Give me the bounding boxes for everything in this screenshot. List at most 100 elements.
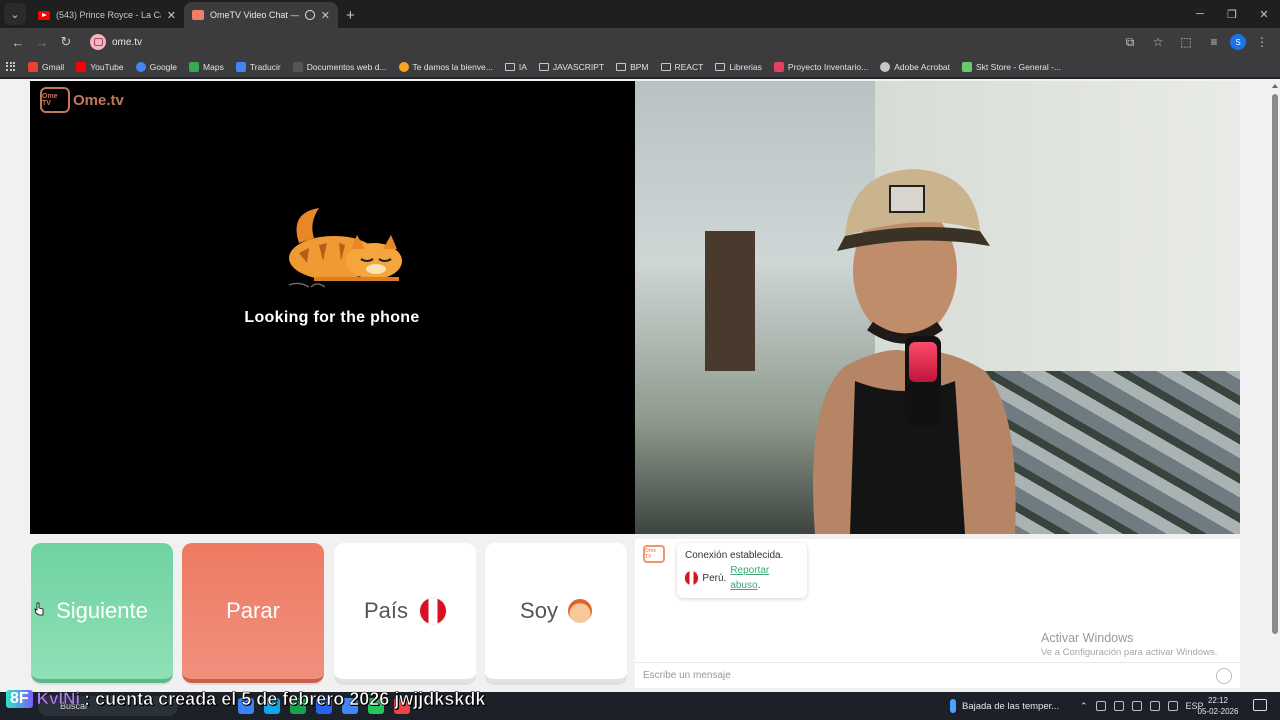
self-video-panel [635,81,1240,534]
media-control-icon[interactable]: ≡ [1202,30,1226,54]
reload-icon[interactable]: ↻ [54,30,78,54]
menu-kebab-icon[interactable]: ⋮ [1250,30,1274,54]
bookmark-youtube[interactable]: YouTube [70,61,129,72]
minimize-icon[interactable]: ─ [1184,0,1216,28]
bookmark-maps[interactable]: Maps [183,61,230,72]
tab-strip: ⌄ (543) Prince Royce - La Carretera ✕ Om… [0,0,1280,28]
scroll-up-icon[interactable] [1272,84,1278,88]
message-input[interactable]: Escribe un mensaje [635,662,1240,688]
browser-toolbar: ← → ↻ ome.tv ⧉ ☆ ⬚ ≡ S ⋮ [0,28,1280,56]
close-tab-icon[interactable]: ✕ [321,9,330,22]
tray-app-icon[interactable] [1095,701,1106,711]
bookmark-gmail[interactable]: Gmail [22,61,70,72]
folder-icon [538,62,549,71]
bookmark-google[interactable]: Google [130,61,183,72]
close-window-icon[interactable]: ✕ [1248,0,1280,28]
system-message: Conexión establecida. Perú. Reportar abu… [677,543,807,598]
tray-battery-icon[interactable] [1167,701,1178,711]
clock-date: 05-02-2026 [1197,707,1239,716]
clock-time: 22:12 [1207,696,1229,705]
tab-search-button[interactable]: ⌄ [4,3,26,25]
tab-title: (543) Prince Royce - La Carretera [56,10,161,20]
bookmark-folder-react[interactable]: REACT [655,62,710,72]
audio-playing-icon[interactable] [304,10,315,20]
ometv-icon [192,10,204,20]
maps-icon [189,61,200,72]
tab-youtube[interactable]: (543) Prince Royce - La Carretera ✕ [30,2,184,28]
restore-icon[interactable]: ❐ [1216,0,1248,28]
next-button[interactable]: Siguiente [31,543,173,683]
new-tab-button[interactable]: + [346,7,355,24]
bookmark-folder-bpm[interactable]: BPM [610,62,654,72]
partner-country: Perú. [702,572,727,584]
tray-chevron-icon[interactable]: ⌃ [1080,701,1088,712]
chat-panel: Ome TV Conexión establecida. Perú. Repor… [635,539,1240,688]
country-button[interactable]: País [334,543,476,683]
figma-icon [773,61,784,72]
sleeping-cat-icon [288,208,402,288]
ometv-chat-logo: Ome TV [643,545,665,563]
gender-button[interactable]: Soy [485,543,627,683]
globe-icon [880,61,891,72]
scroll-thumb[interactable] [1272,94,1278,634]
site-info-icon[interactable] [90,34,106,50]
tab-title: OmeTV Video Chat — Omegle [210,10,299,20]
taskbar-clock[interactable]: 22:12 05-02-2026 [1196,695,1240,717]
bookmark-traducir[interactable]: Traducir [230,61,287,72]
youtube-icon [76,61,87,72]
ometv-logo-badge: Ome TV [40,87,70,113]
weather-widget[interactable]: Bajada de las temper... [950,692,1059,720]
stop-button-label: Parar [226,598,280,623]
ometv-logo: Ome TV Ome.tv [40,87,124,113]
bookmark-star-icon[interactable]: ☆ [1146,30,1170,54]
thermometer-icon [950,699,956,713]
install-app-icon[interactable]: ⧉ [1118,30,1142,54]
notification-icon[interactable] [1253,699,1267,711]
caption-message: : cuenta creada el 5 de febrero 2026 jwj… [84,688,486,709]
system-tray: ⌃ ESP [1080,692,1204,720]
tray-cloud-icon[interactable] [1113,701,1124,711]
bookmark-folder-librerias[interactable]: Librerias [709,62,768,72]
folder-icon [616,62,627,71]
tray-volume-icon[interactable] [1149,701,1160,711]
watermark-subtitle: Ve a Configuración para activar Windows. [1041,647,1218,658]
back-icon[interactable]: ← [6,30,30,54]
close-tab-icon[interactable]: ✕ [167,9,176,22]
message-placeholder: Escribe un mensaje [643,670,731,681]
folder-icon [715,62,726,71]
caption-username: KvINi [36,689,81,709]
bookmark-documentos[interactable]: Documentos web d... [287,61,393,72]
emoji-icon[interactable] [1216,667,1232,684]
extensions-icon[interactable]: ⬚ [1174,30,1198,54]
forward-icon[interactable]: → [30,30,54,54]
bookmark-bienvenida[interactable]: Te damos la bienve... [393,61,499,72]
boy-face-icon [567,599,592,623]
bookmark-proyecto-inventario[interactable]: Proyecto Inventario... [768,61,874,72]
page-scrollbar[interactable] [1270,80,1280,692]
microphone-image [905,336,941,426]
bookmarks-bar: Gmail YouTube Google Maps Traducir Docum… [0,56,1280,78]
bookmark-adobe-acrobat[interactable]: Adobe Acrobat [874,61,956,72]
video-shelf [705,231,755,371]
ometv-logo-text: Ome.tv [73,91,124,109]
youtube-icon [38,10,50,20]
bookmark-skt-store[interactable]: Skt Store - General -... [956,61,1067,72]
tab-ometv[interactable]: OmeTV Video Chat — Omegle ✕ [184,2,338,28]
window-controls: ─ ❐ ✕ [1184,0,1280,28]
report-abuse-link[interactable]: Reportar abuso [730,565,769,591]
bookmark-folder-javascript[interactable]: JAVASCRIPT [533,62,610,72]
stop-button[interactable]: Parar [182,543,324,683]
watermark-title: Activar Windows [1041,631,1134,645]
profile-avatar[interactable]: S [1230,34,1246,50]
folder-icon [504,62,515,71]
country-button-label: País [363,598,409,623]
address-bar[interactable]: ome.tv [84,31,1104,53]
apps-grid-icon[interactable] [6,61,16,72]
shopify-icon [962,61,973,72]
tray-wifi-icon[interactable] [1131,701,1142,711]
toolbar-actions: ⧉ ☆ ⬚ ≡ S ⋮ [1118,30,1274,54]
ometv-page: Ome TV Ome.tv Looking for the phone Sigu… [0,79,1280,692]
bookmark-folder-ia[interactable]: IA [499,62,533,72]
status-text: Looking for the phone [244,309,420,326]
windows-activation-watermark: Activar Windows Ve a Configuración para … [1041,631,1217,658]
